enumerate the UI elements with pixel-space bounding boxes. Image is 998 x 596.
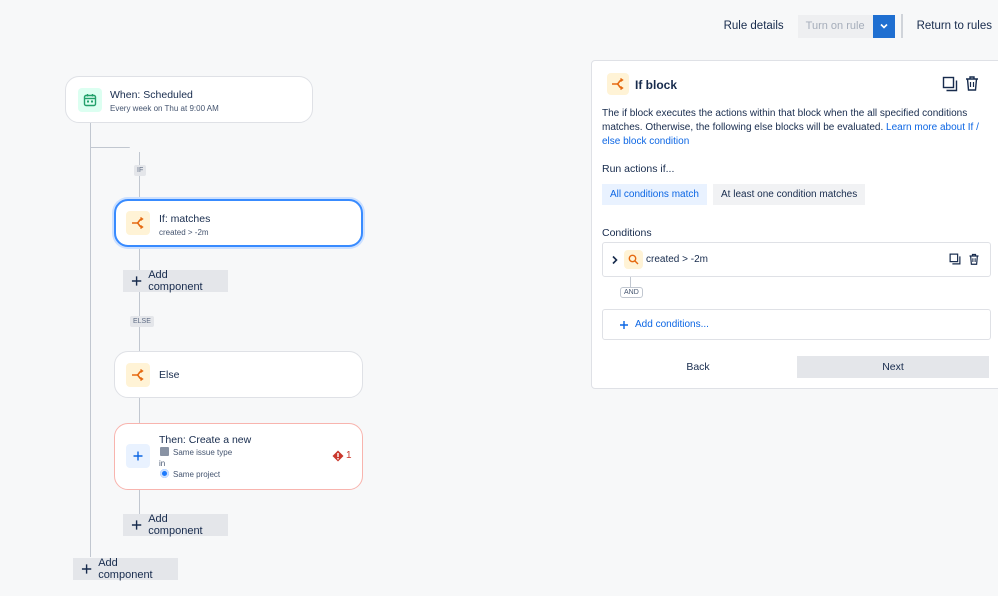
trigger-subtitle: Every week on Thu at 9:00 AM bbox=[110, 104, 219, 113]
add-component-label: Add component bbox=[148, 269, 203, 293]
action-in-label: in bbox=[159, 459, 166, 468]
duplicate-icon[interactable] bbox=[949, 253, 961, 265]
if-block-panel: If block The if block executes the actio… bbox=[591, 60, 998, 389]
return-to-rules-button[interactable]: Return to rules bbox=[909, 20, 992, 32]
trigger-title: When: Scheduled bbox=[110, 89, 193, 101]
trash-icon[interactable] bbox=[964, 75, 980, 91]
plus-icon bbox=[620, 320, 628, 329]
if-chip: IF bbox=[134, 165, 147, 176]
error-count: 1 bbox=[346, 450, 352, 461]
duplicate-icon[interactable] bbox=[942, 76, 958, 92]
condition-row[interactable]: created > -2m bbox=[602, 242, 991, 277]
next-button[interactable]: Next bbox=[797, 356, 989, 378]
project-avatar-icon bbox=[160, 469, 169, 478]
branch-icon bbox=[607, 73, 629, 95]
connector-line bbox=[90, 123, 91, 557]
connector-line bbox=[630, 277, 631, 287]
back-button[interactable]: Back bbox=[602, 356, 794, 378]
add-conditions-label: Add conditions... bbox=[635, 319, 709, 330]
toolbar-divider bbox=[900, 14, 903, 38]
branch-icon bbox=[126, 363, 150, 387]
panel-title: If block bbox=[635, 78, 678, 92]
chevron-down-icon bbox=[879, 23, 888, 29]
trigger-card[interactable]: When: Scheduled Every week on Thu at 9:0… bbox=[65, 76, 313, 123]
search-icon bbox=[624, 250, 643, 269]
trash-icon[interactable] bbox=[968, 253, 980, 265]
create-issue-action-card[interactable]: Then: Create a new Same issue type in Sa… bbox=[114, 423, 363, 490]
action-project: Same project bbox=[173, 470, 221, 479]
if-block-card[interactable]: If: matches created > -2m bbox=[114, 199, 363, 247]
option-all-conditions[interactable]: All conditions match bbox=[602, 184, 707, 205]
plus-icon bbox=[81, 564, 92, 574]
else-block-title: Else bbox=[159, 369, 180, 381]
branch-icon bbox=[126, 211, 150, 235]
option-any-condition[interactable]: At least one condition matches bbox=[713, 184, 866, 205]
turn-on-dropdown-button[interactable] bbox=[872, 14, 895, 38]
conditions-label: Conditions bbox=[602, 227, 652, 239]
run-actions-label: Run actions if... bbox=[602, 163, 675, 175]
issue-type-icon bbox=[160, 447, 169, 456]
plus-icon bbox=[131, 520, 142, 530]
error-icon bbox=[332, 450, 344, 462]
add-component-button[interactable]: Add component bbox=[123, 269, 228, 293]
add-conditions-button[interactable]: Add conditions... bbox=[602, 309, 991, 340]
add-component-button[interactable]: Add component bbox=[73, 557, 178, 581]
add-component-button[interactable]: Add component bbox=[123, 513, 228, 537]
panel-description: The if block executes the actions within… bbox=[602, 107, 994, 149]
condition-text: created > -2m bbox=[646, 254, 708, 265]
action-title: Then: Create a new bbox=[159, 434, 252, 446]
if-block-title: If: matches bbox=[159, 213, 211, 225]
else-block-card[interactable]: Else bbox=[114, 351, 363, 398]
connector-line bbox=[90, 147, 130, 148]
top-bar: Rule details Turn on rule Return to rule… bbox=[716, 14, 992, 38]
and-chip: AND bbox=[620, 287, 643, 298]
connector-line bbox=[139, 247, 140, 351]
action-issue-type: Same issue type bbox=[173, 448, 233, 457]
calendar-icon bbox=[78, 88, 102, 112]
turn-on-rule-button[interactable]: Turn on rule bbox=[797, 14, 873, 38]
add-component-label: Add component bbox=[98, 557, 153, 581]
if-block-subtitle: created > -2m bbox=[159, 228, 209, 237]
connector-line bbox=[139, 398, 140, 423]
chevron-right-icon[interactable] bbox=[611, 255, 619, 265]
plus-icon bbox=[131, 276, 142, 286]
connector-line bbox=[139, 490, 140, 516]
add-component-label: Add component bbox=[148, 513, 203, 537]
plus-icon bbox=[126, 444, 150, 468]
rule-details-button[interactable]: Rule details bbox=[716, 20, 792, 32]
else-chip: ELSE bbox=[130, 316, 154, 327]
